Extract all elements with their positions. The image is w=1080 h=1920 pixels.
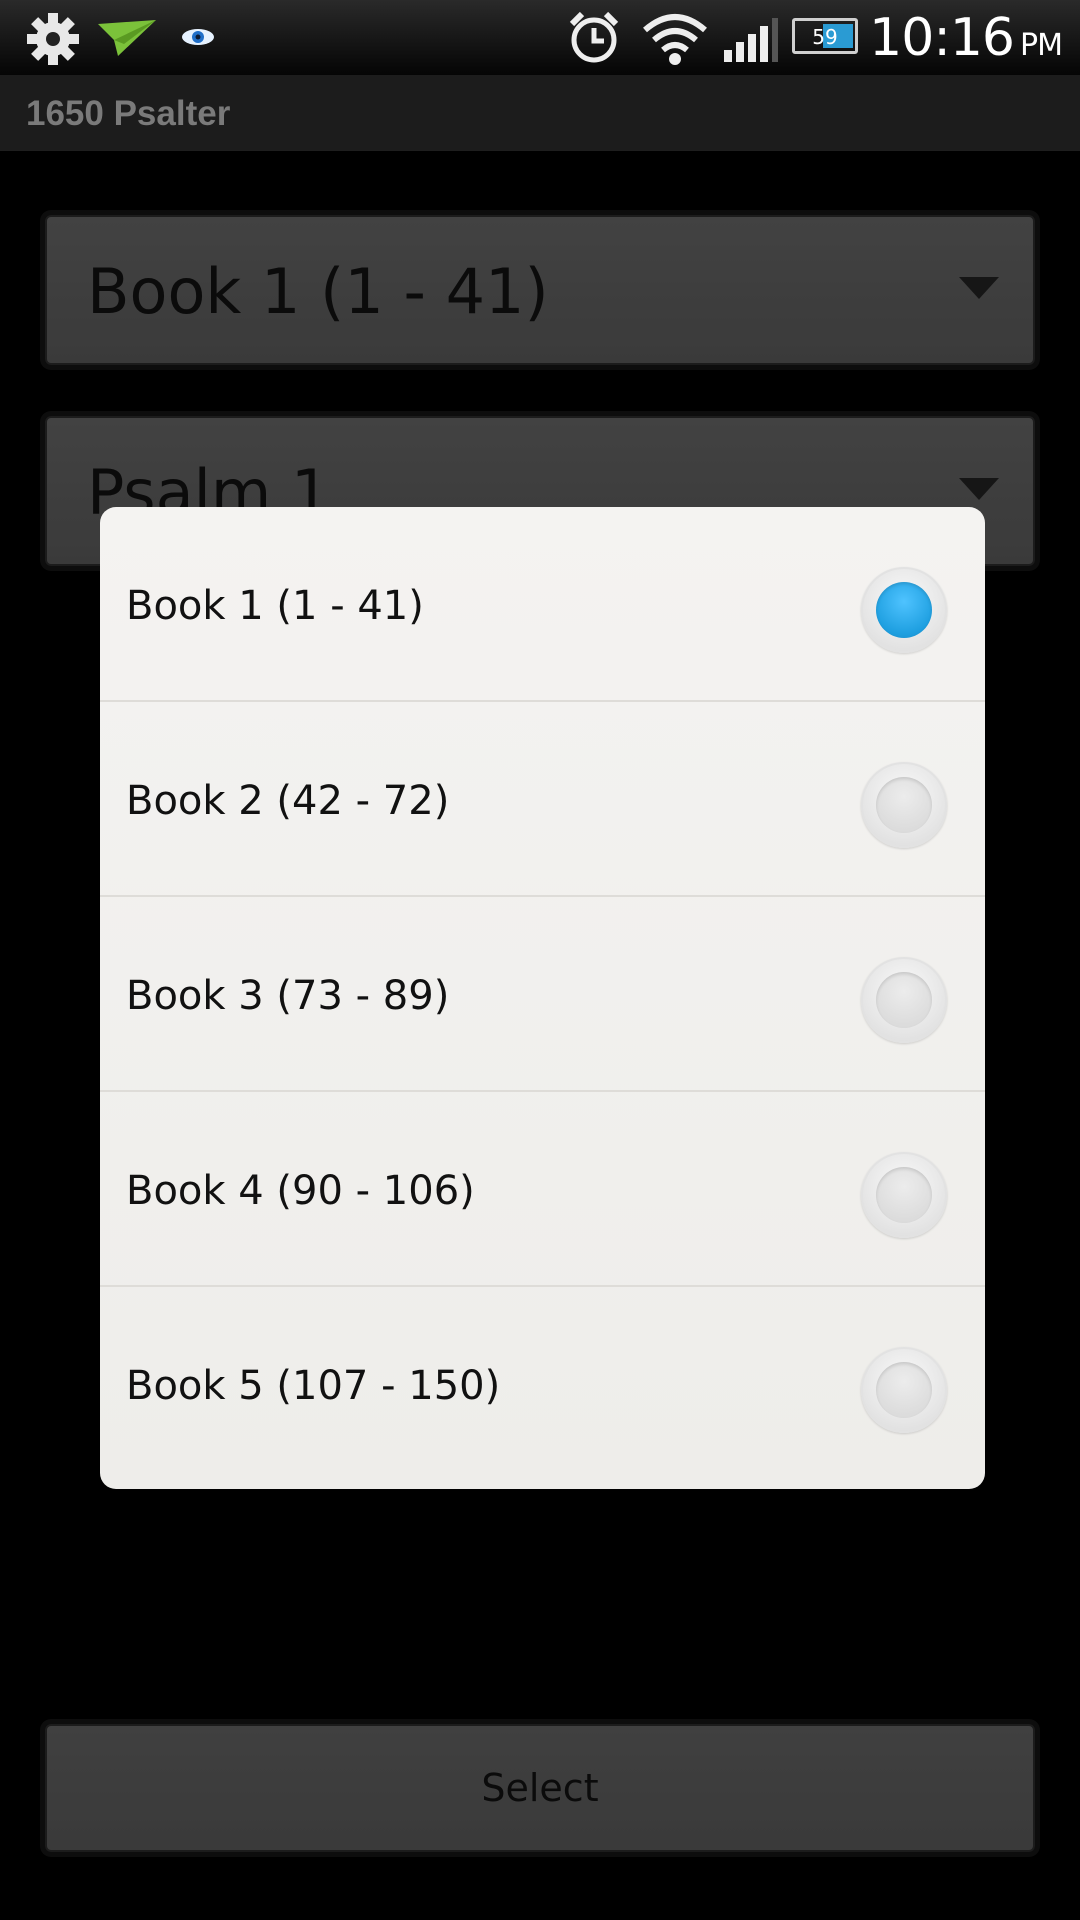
clock-ampm: PM [1020,28,1063,63]
paper-plane-icon [98,20,156,56]
alarm-clock-icon [569,11,619,63]
dialog-option-book-1[interactable]: Book 1 (1 - 41) [100,507,985,702]
radio-button[interactable] [861,1347,947,1433]
app-title-bar: 1650 Psalter [0,75,1080,151]
dialog-option-book-4[interactable]: Book 4 (90 - 106) [100,1092,985,1287]
battery-level: 59 [812,25,838,49]
app-title: 1650 Psalter [26,94,231,133]
radio-button-checked[interactable] [861,567,947,653]
clock-time: 10:16 [869,8,1015,68]
settings-gear-icon [27,13,79,65]
book-choice-dialog: Book 1 (1 - 41) Book 2 (42 - 72) Book 3 … [100,507,985,1489]
radio-button[interactable] [861,1152,947,1238]
dialog-option-book-2[interactable]: Book 2 (42 - 72) [100,702,985,897]
option-label: Book 2 (42 - 72) [126,778,450,824]
option-label: Book 5 (107 - 150) [126,1363,501,1409]
clock: 10:16 PM [869,8,1063,68]
option-label: Book 4 (90 - 106) [126,1168,475,1214]
dialog-option-book-5[interactable]: Book 5 (107 - 150) [100,1287,985,1480]
option-label: Book 3 (73 - 89) [126,973,450,1019]
option-label: Book 1 (1 - 41) [126,583,424,629]
wifi-icon [643,14,707,65]
dialog-option-book-3[interactable]: Book 3 (73 - 89) [100,897,985,1092]
radio-button[interactable] [861,762,947,848]
radio-button[interactable] [861,957,947,1043]
eye-icon [182,29,214,45]
signal-icon [724,18,778,62]
status-bar: 59 10:16 PM [0,0,1080,75]
battery-icon: 59 [792,18,858,54]
